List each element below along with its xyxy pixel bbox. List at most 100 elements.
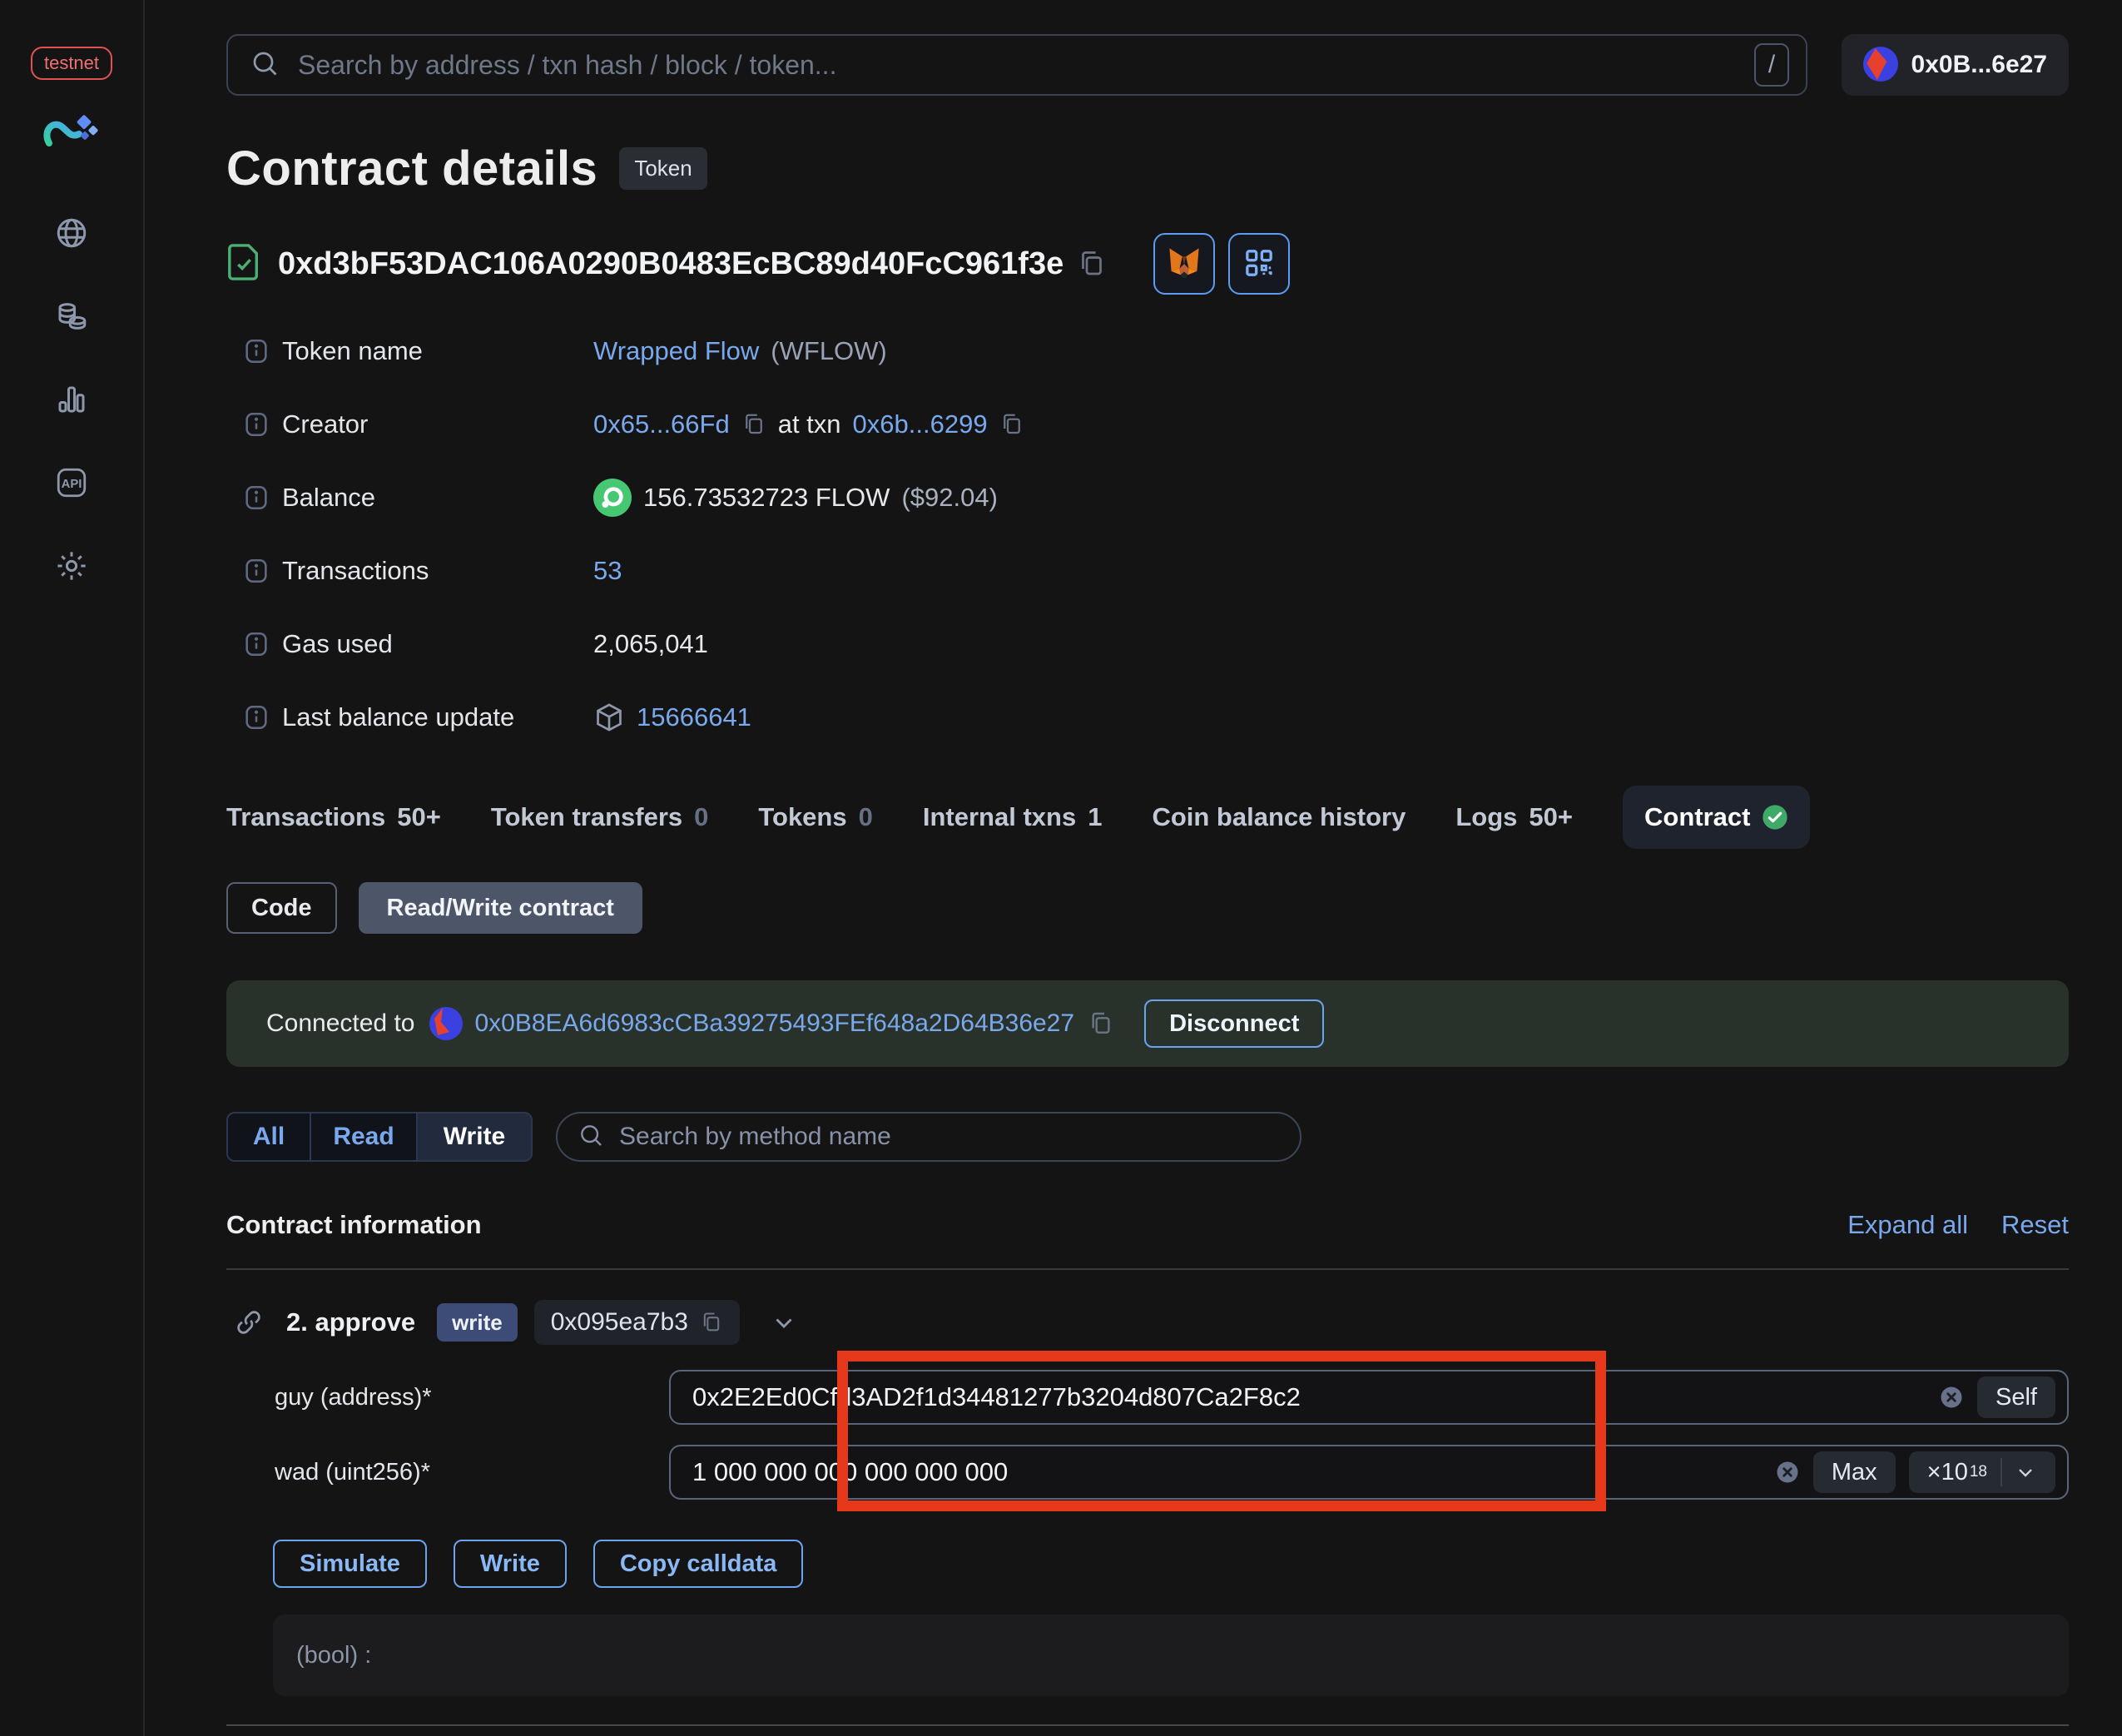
token-name-link[interactable]: Wrapped Flow: [593, 336, 759, 366]
tab-internal-txns[interactable]: Internal txns 1: [923, 786, 1103, 849]
wallet-connected-banner: Connected to 0x0B8EA6d6983cCBa39275493FE…: [226, 980, 2069, 1067]
field-row-guy: guy (address)* Self: [226, 1370, 2069, 1425]
method-name: 2. approve: [286, 1307, 416, 1337]
address-row: 0xd3bF53DAC106A0290B0483EcBC89d40FcC961f…: [226, 233, 2069, 295]
multiplier-dropdown[interactable]: ×10 18: [1908, 1451, 2055, 1493]
stats-icon[interactable]: [54, 382, 89, 417]
self-button[interactable]: Self: [1977, 1376, 2055, 1418]
copy-selector-icon[interactable]: [700, 1311, 723, 1334]
clear-guy-icon[interactable]: [1939, 1385, 1964, 1410]
main-content: / 0x0B...6e27 Contract details Token: [145, 0, 2122, 1736]
info-hint-icon[interactable]: [242, 703, 270, 732]
write-button[interactable]: Write: [453, 1540, 567, 1588]
field-label-wad: wad (uint256)*: [275, 1458, 430, 1486]
method-output-panel: (bool) :: [273, 1614, 2069, 1696]
disconnect-button[interactable]: Disconnect: [1144, 999, 1325, 1048]
account-address: 0x0B...6e27: [1911, 51, 2047, 78]
tab-contract[interactable]: Contract: [1623, 786, 1811, 849]
method-search-box[interactable]: [556, 1112, 1301, 1162]
copy-creator-icon[interactable]: [741, 412, 766, 437]
copy-calldata-button[interactable]: Copy calldata: [592, 1540, 804, 1588]
transactions-count-link[interactable]: 53: [593, 556, 622, 586]
method-selector: 0x095ea7b3: [550, 1308, 688, 1336]
tab-token-transfers[interactable]: Token transfers 0: [491, 786, 709, 849]
clear-wad-icon[interactable]: [1775, 1460, 1800, 1485]
method-form: guy (address)* Self wad (uint256)*: [226, 1370, 2069, 1696]
copy-connected-address-icon[interactable]: [1088, 1010, 1114, 1037]
qr-code-button[interactable]: [1228, 233, 1291, 295]
subtab-code[interactable]: Code: [226, 882, 337, 934]
global-search[interactable]: /: [226, 34, 1807, 96]
filter-read[interactable]: Read: [311, 1114, 418, 1160]
expand-all-link[interactable]: Expand all: [1847, 1210, 1968, 1240]
contract-subtabs: Code Read/Write contract: [226, 882, 2069, 934]
gear-icon[interactable]: [54, 548, 89, 583]
app-logo-icon[interactable]: [42, 110, 101, 161]
tab-logs[interactable]: Logs 50+: [1455, 786, 1573, 849]
contract-address: 0xd3bF53DAC106A0290B0483EcBC89d40FcC961f…: [278, 246, 1064, 281]
info-row-last-balance-update: Last balance update 15666641: [242, 699, 2069, 736]
info-row-gas-used: Gas used 2,065,041: [242, 626, 2069, 662]
balance-usd: ($92.04): [901, 483, 998, 512]
method-search-input[interactable]: [619, 1123, 1280, 1151]
subtab-read-write-contract[interactable]: Read/Write contract: [358, 882, 642, 934]
copy-address-icon[interactable]: [1077, 249, 1107, 279]
section-divider: [226, 1268, 2069, 1270]
tokens-icon[interactable]: [54, 299, 89, 334]
connected-wallet-address[interactable]: 0x0B8EA6d6983cCBa39275493FEf648a2D64B36e…: [474, 1009, 1074, 1038]
creator-address-link[interactable]: 0x65...66Fd: [593, 409, 730, 439]
balance-amount: 156.73532723 FLOW: [643, 483, 890, 512]
filter-all[interactable]: All: [228, 1114, 311, 1160]
page-title: Contract details: [226, 141, 598, 196]
contract-information-header: Contract information Expand all Reset: [226, 1210, 2069, 1240]
svg-text:API: API: [62, 478, 82, 491]
api-icon[interactable]: API: [54, 465, 89, 500]
chevron-down-icon: [2014, 1461, 2037, 1484]
method-action-buttons: Simulate Write Copy calldata: [226, 1540, 2069, 1588]
tab-transactions[interactable]: Transactions 50+: [226, 786, 441, 849]
connected-wallet-avatar: [429, 1007, 464, 1040]
simulate-button[interactable]: Simulate: [273, 1540, 427, 1588]
search-icon: [578, 1122, 604, 1153]
global-search-input[interactable]: [298, 49, 1754, 81]
info-hint-icon[interactable]: [242, 630, 270, 658]
creator-middle-text: at txn: [777, 409, 841, 439]
field-input-guy[interactable]: [692, 1382, 1926, 1412]
field-input-wad[interactable]: [692, 1457, 1762, 1487]
reset-link[interactable]: Reset: [2001, 1210, 2069, 1240]
sidebar: testnet API: [0, 0, 145, 1736]
tab-coin-balance-history[interactable]: Coin balance history: [1152, 786, 1406, 849]
contract-details-page: testnet API Search by address / txn hash…: [0, 0, 2122, 1736]
info-hint-icon[interactable]: [242, 337, 270, 365]
globe-icon[interactable]: [54, 216, 89, 250]
output-bool-label: (bool) :: [296, 1641, 372, 1669]
creation-txn-link[interactable]: 0x6b...6299: [853, 409, 988, 439]
connected-prefix: Connected to: [266, 1009, 415, 1037]
tab-tokens[interactable]: Tokens 0: [758, 786, 872, 849]
method-approve-header[interactable]: 2. approve write 0x095ea7b3: [226, 1300, 2069, 1345]
title-row: Contract details Token: [226, 141, 2069, 196]
anchor-link-icon[interactable]: [235, 1308, 263, 1337]
filter-write[interactable]: Write: [418, 1114, 531, 1160]
multiplier-exponent: 18: [1969, 1463, 1987, 1481]
gas-used-value: 2,065,041: [593, 629, 708, 658]
method-write-badge: write: [437, 1303, 518, 1342]
info-row-transactions: Transactions 53: [242, 553, 2069, 589]
account-button[interactable]: 0x0B...6e27: [1841, 34, 2069, 96]
search-icon: [250, 48, 280, 82]
info-hint-icon[interactable]: [242, 557, 270, 585]
contract-verified-check-icon: [1762, 804, 1788, 831]
method-filter-row: All Read Write: [226, 1112, 2069, 1162]
method-selector-chip: 0x095ea7b3: [533, 1300, 740, 1345]
collapse-method-chevron-icon[interactable]: [770, 1308, 798, 1337]
max-button[interactable]: Max: [1812, 1451, 1896, 1493]
field-label-guy: guy (address)*: [275, 1383, 432, 1411]
info-row-creator: Creator 0x65...66Fd at txn 0x6b...6299: [242, 406, 2069, 443]
info-hint-icon[interactable]: [242, 484, 270, 512]
top-bar: / 0x0B...6e27: [226, 34, 2069, 96]
last-balance-update-block-link[interactable]: 15666641: [637, 702, 751, 732]
info-hint-icon[interactable]: [242, 410, 270, 439]
copy-txn-icon[interactable]: [999, 412, 1024, 437]
add-to-metamask-button[interactable]: [1153, 233, 1216, 295]
multiplier-base: ×10: [1926, 1458, 1968, 1486]
